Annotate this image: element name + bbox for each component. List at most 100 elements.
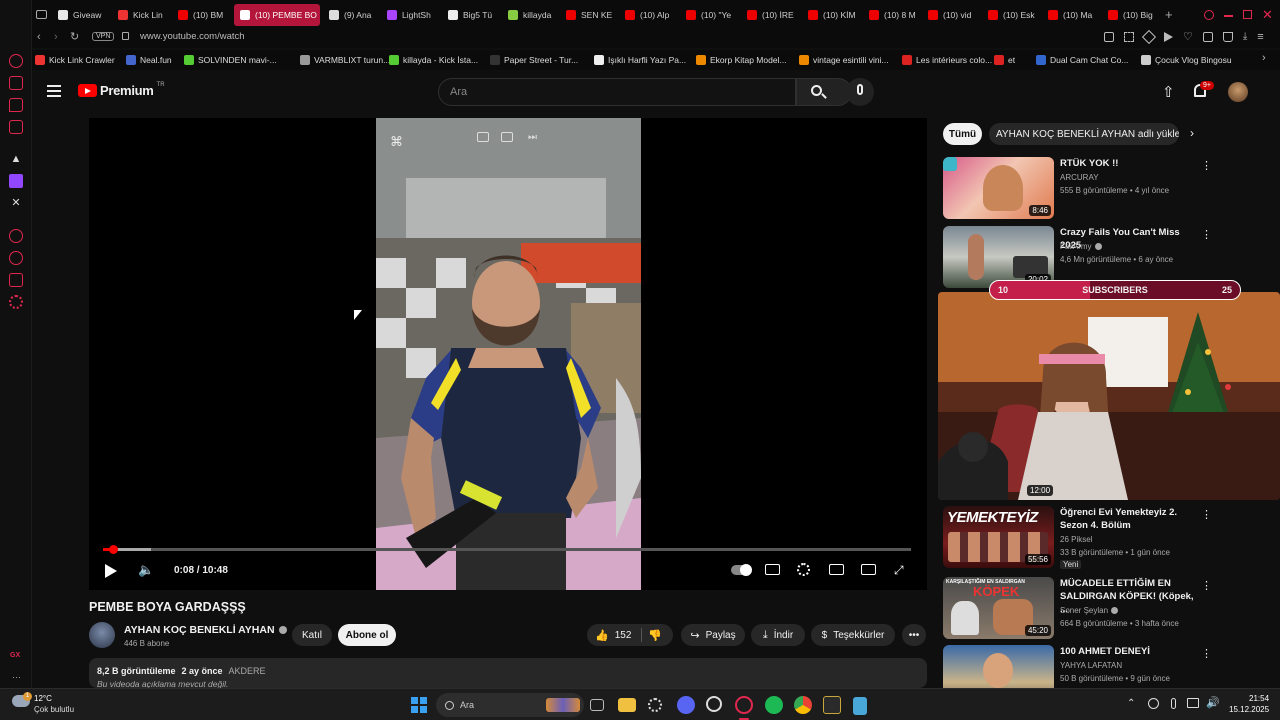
voice-search-button[interactable] — [846, 78, 874, 106]
more-actions-button[interactable]: ••• — [902, 624, 926, 646]
progress-bar[interactable] — [103, 545, 911, 554]
url-field[interactable]: www.youtube.com/watch — [140, 31, 245, 42]
clock-icon[interactable] — [9, 251, 23, 265]
video-thumbnail[interactable]: 8:46 — [943, 157, 1054, 219]
hamburger-menu-icon[interactable] — [47, 85, 61, 97]
browser-tab[interactable]: Big5 Tü — [442, 4, 498, 26]
gx-control-icon[interactable] — [9, 54, 23, 68]
aria-icon[interactable]: ▲ — [9, 152, 23, 166]
browser-tab[interactable]: Kick Lin — [112, 4, 168, 26]
miniplayer-overlay-icon[interactable] — [477, 132, 489, 142]
reload-icon[interactable]: ↻ — [70, 30, 79, 43]
subscribe-button[interactable]: Abone ol — [338, 624, 396, 646]
heart-icon[interactable]: ♡ — [1183, 32, 1193, 43]
shopping-icon[interactable] — [1222, 32, 1233, 42]
minimize-icon[interactable] — [1224, 15, 1233, 17]
opera-gx-taskbar-icon[interactable] — [735, 696, 753, 714]
more-options-icon[interactable]: ⋮ — [1201, 159, 1212, 173]
video-player[interactable]: ⌘ ⏭ 🔈 0:08 / 10:48 ⤢ — [89, 118, 927, 590]
chip-uploader[interactable]: AYHAN KOÇ BENEKLİ AYHAN adlı yükleyic — [989, 123, 1179, 145]
pinned-app-icon[interactable] — [823, 696, 841, 714]
steam-icon[interactable] — [706, 696, 722, 712]
new-tab-button[interactable]: + — [1165, 7, 1173, 22]
channel-name[interactable]: YAHYA LAFATAN — [1060, 661, 1122, 670]
video-thumbnail[interactable]: 20:02 — [943, 226, 1054, 288]
browser-tab[interactable]: (10) Big — [1102, 4, 1158, 26]
chrome-icon[interactable] — [794, 696, 812, 714]
bookmark-item[interactable]: SOLVINDEN mavi-... — [184, 53, 277, 67]
file-explorer-icon[interactable] — [618, 698, 636, 712]
browser-tab[interactable]: (10) BM — [172, 4, 230, 26]
play-button[interactable] — [105, 564, 117, 578]
chips-next-icon[interactable]: › — [1190, 126, 1194, 140]
browser-tab[interactable]: Giveaw — [52, 4, 108, 26]
browser-tab[interactable]: (10) 8 M — [863, 4, 919, 26]
bookmark-item[interactable]: Işıklı Harfli Yazı Pa... — [594, 53, 686, 67]
browser-tab[interactable]: (10) PEMBE BO — [234, 4, 320, 26]
bookmark-item[interactable]: et — [994, 53, 1015, 67]
share-button[interactable]: ↪ Paylaş — [681, 624, 745, 646]
search-input[interactable]: Ara — [438, 78, 796, 106]
channel-name[interactable]: FailArmy — [1060, 242, 1102, 251]
microphone-tray-icon[interactable] — [1171, 698, 1176, 709]
channel-name[interactable]: ARCURAY — [1060, 173, 1099, 182]
browser-tab[interactable]: SEN KE — [560, 4, 616, 26]
task-view-icon[interactable] — [590, 699, 604, 711]
player-icon[interactable] — [1164, 32, 1173, 42]
x-twitter-icon[interactable]: ✕ — [9, 196, 23, 210]
more-options-icon[interactable]: ⋮ — [1201, 228, 1212, 242]
search-button[interactable] — [796, 78, 852, 106]
subtitles-icon[interactable] — [765, 564, 780, 575]
gx-corner-icon[interactable] — [9, 76, 23, 90]
discord-icon[interactable] — [677, 696, 695, 714]
bookmark-item[interactable]: VARMBLIXT turun... — [300, 53, 390, 67]
bookmark-item[interactable]: Çocuk Vlog Bingosu — [1141, 53, 1232, 67]
bookmark-item[interactable]: Les intérieurs colo... — [902, 53, 992, 67]
bookmark-item[interactable]: Ekorp Kitap Model... — [696, 53, 787, 67]
extensions-sidebar-icon[interactable] — [9, 273, 23, 287]
settings-app-icon[interactable] — [648, 698, 662, 712]
browser-tab[interactable]: (10) vid — [922, 4, 978, 26]
start-button[interactable] — [411, 697, 427, 713]
bookmark-item[interactable]: Neal.fun — [126, 53, 172, 67]
description-box[interactable]: 8,2 B görüntüleme 2 ay önce AKDERE Bu vi… — [89, 658, 927, 689]
bookmark-item[interactable]: vintage esintili vini... — [799, 53, 889, 67]
extensions-icon[interactable] — [1202, 32, 1213, 42]
search-tabs-icon[interactable] — [1204, 10, 1214, 20]
spotify-icon[interactable] — [765, 696, 783, 714]
avatar[interactable] — [1228, 82, 1248, 102]
channel-name[interactable]: 26 Piksel — [1060, 535, 1092, 544]
forward-icon[interactable]: › — [54, 31, 58, 43]
pip-overlay-icon[interactable] — [501, 132, 513, 142]
thanks-button[interactable]: $ Teşekkürler — [811, 624, 895, 646]
clock-date[interactable]: 15.12.2025 — [1229, 705, 1269, 714]
vpn-badge[interactable]: VPN — [92, 32, 115, 41]
maximize-icon[interactable] — [1243, 10, 1252, 19]
browser-tab[interactable]: killayda — [502, 4, 556, 26]
download-icon[interactable]: ⤓ — [1243, 32, 1247, 42]
browser-tab[interactable]: (10) Alp — [619, 4, 677, 26]
hashtag[interactable]: AKDERE — [229, 666, 266, 676]
browser-tab[interactable]: (9) Ana — [323, 4, 377, 26]
list-item[interactable]: 8:46 RTÜK YOK !! ARCURAY 555 B görüntüle… — [943, 157, 1263, 219]
volume-icon[interactable]: 🔈 — [138, 562, 154, 578]
more-bookmarks-icon[interactable]: › — [1262, 52, 1266, 64]
settings-icon[interactable] — [9, 295, 23, 309]
list-item[interactable]: 20:02 Crazy Fails You Can't Miss 2025 Fa… — [943, 226, 1263, 288]
list-item[interactable]: YEMEKTEYİZ 55:56 Öğrenci Evi Yemekteyiz … — [943, 506, 1263, 569]
fullscreen-icon[interactable]: ⤢ — [894, 563, 904, 578]
show-hidden-icons[interactable]: ⌃ — [1127, 698, 1135, 709]
tray-app-icon[interactable] — [1148, 698, 1159, 709]
cast-icon[interactable] — [861, 564, 876, 575]
volume-tray-icon[interactable]: 🔊 — [1206, 696, 1220, 709]
miniplayer-icon[interactable] — [829, 564, 844, 575]
twitch-icon[interactable] — [9, 174, 23, 188]
browser-tab[interactable]: (10) Esk — [982, 4, 1038, 26]
channel-avatar[interactable] — [89, 622, 115, 648]
more-options-icon[interactable]: ⋮ — [1201, 647, 1212, 661]
cube-icon[interactable] — [1141, 29, 1157, 45]
autoplay-toggle[interactable] — [731, 564, 752, 576]
youtube-sidebar-icon[interactable] — [9, 120, 23, 134]
clock-time[interactable]: 21:54 — [1249, 694, 1269, 703]
chip-all[interactable]: Tümü — [943, 123, 982, 145]
